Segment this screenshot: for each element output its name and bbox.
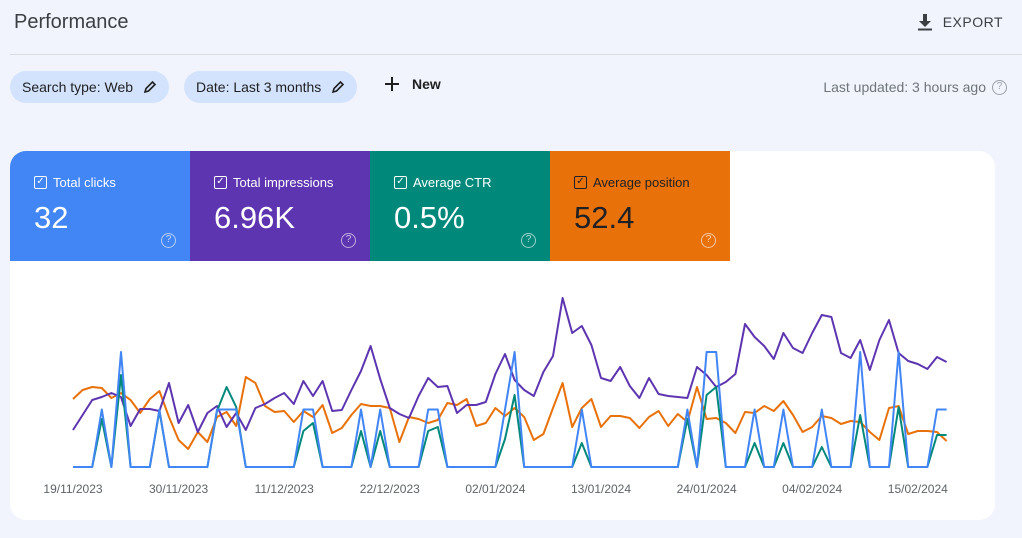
x-tick-label: 19/11/2023: [43, 482, 102, 496]
chip-label: Search type: Web: [22, 79, 134, 95]
metric-value: 52.4: [574, 200, 635, 235]
help-icon[interactable]: ?: [992, 79, 1007, 95]
export-button[interactable]: EXPORT: [917, 13, 1003, 31]
checkbox-checked-icon[interactable]: ✓: [34, 176, 47, 189]
metric-label: Total impressions: [233, 175, 334, 190]
page-title: Performance: [14, 11, 129, 33]
x-tick-label: 02/01/2024: [465, 482, 525, 496]
metric-value: 32: [34, 200, 69, 235]
pencil-icon: [332, 80, 345, 94]
x-tick-label: 04/02/2024: [782, 482, 842, 496]
chip-label: Date: Last 3 months: [196, 79, 322, 95]
export-label: EXPORT: [942, 14, 1003, 30]
last-updated: Last updated: 3 hours ago ?: [823, 79, 1007, 95]
performance-chart: 19/11/2023 30/11/2023 11/12/2023 22/12/2023…: [43, 297, 948, 496]
metric-tile-total-clicks[interactable]: ✓ Total clicks 32 ?: [10, 151, 190, 261]
metric-tile-average-position[interactable]: ✓ Average position 52.4 ?: [550, 151, 730, 261]
help-icon[interactable]: ?: [341, 233, 356, 248]
plus-icon: [385, 77, 399, 91]
metric-label: Average position: [593, 175, 690, 190]
help-icon[interactable]: ?: [161, 233, 176, 248]
x-tick-label: 13/01/2024: [571, 482, 631, 496]
checkbox-checked-icon[interactable]: ✓: [574, 176, 587, 189]
metric-value: 0.5%: [394, 200, 465, 235]
checkbox-checked-icon[interactable]: ✓: [394, 176, 407, 189]
x-tick-label: 22/12/2023: [360, 482, 420, 496]
date-filter-chip[interactable]: Date: Last 3 months: [184, 71, 358, 103]
metric-tile-average-ctr[interactable]: ✓ Average CTR 0.5% ?: [370, 151, 550, 261]
download-icon: [917, 14, 932, 31]
metric-label: Total clicks: [53, 175, 116, 190]
checkbox-checked-icon[interactable]: ✓: [214, 176, 227, 189]
metric-value: 6.96K: [214, 200, 296, 235]
new-filter-button[interactable]: New: [384, 76, 441, 92]
x-tick-label: 15/02/2024: [888, 482, 948, 496]
search-type-filter-chip[interactable]: Search type: Web: [10, 71, 170, 103]
performance-card: ✓ Total clicks 32 ? ✓ Total impressions 6.…: [10, 151, 995, 520]
pencil-icon: [143, 80, 157, 94]
metric-tile-total-impressions[interactable]: ✓ Total impressions 6.96K ?: [190, 151, 370, 261]
help-icon[interactable]: ?: [701, 233, 716, 248]
x-tick-label: 11/12/2023: [255, 482, 314, 496]
help-icon[interactable]: ?: [521, 233, 536, 248]
metric-label: Average CTR: [413, 175, 492, 190]
x-tick-label: 30/11/2023: [149, 482, 208, 496]
new-label: New: [412, 76, 441, 92]
x-tick-label: 24/01/2024: [677, 482, 737, 496]
header-divider: [10, 54, 1022, 55]
last-updated-text: Last updated: 3 hours ago: [823, 79, 986, 95]
